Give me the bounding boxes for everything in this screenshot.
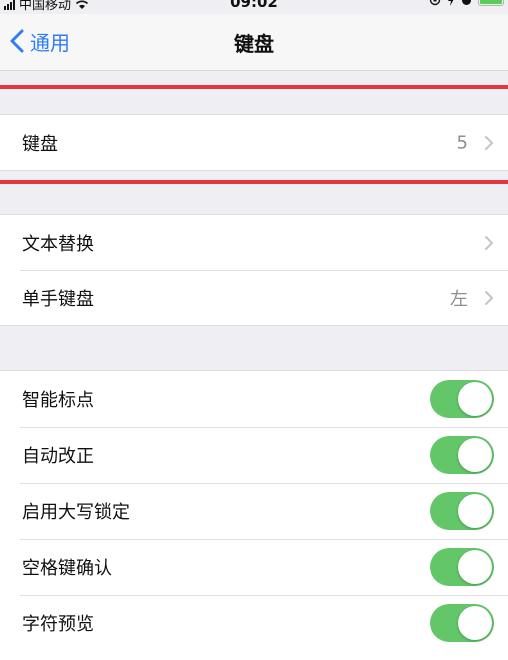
page-title: 键盘	[234, 32, 274, 56]
chevron-right-icon	[485, 290, 493, 305]
toggle-knob	[458, 606, 492, 640]
caps-lock-cell: 启用大写锁定	[0, 483, 508, 539]
space-confirm-label: 空格键确认	[22, 558, 112, 579]
text-replacement-cell[interactable]: 文本替换	[0, 215, 508, 270]
alarm-icon	[462, 0, 471, 5]
charging-icon	[448, 0, 454, 6]
text-group: 文本替换 单手键盘 左	[0, 214, 508, 326]
toggles-group: 智能标点 自动改正 启用大写锁定 空格键确认 字符预览	[0, 370, 508, 660]
caps-lock-label: 启用大写锁定	[22, 502, 130, 523]
keyboards-label: 键盘	[22, 133, 58, 155]
toggle-knob	[458, 438, 492, 472]
auto-correction-toggle[interactable]	[430, 436, 494, 474]
highlight-line-bottom	[0, 180, 508, 184]
smart-punctuation-toggle[interactable]	[430, 380, 494, 418]
keyboards-cell[interactable]: 键盘 5	[0, 115, 508, 170]
battery-icon	[478, 0, 504, 6]
character-preview-cell: 字符预览	[0, 595, 508, 651]
text-replacement-label: 文本替换	[22, 233, 94, 255]
character-preview-toggle[interactable]	[430, 604, 494, 642]
auto-correction-label: 自动改正	[22, 446, 94, 467]
navigation-bar: 通用 键盘	[0, 14, 508, 71]
orientation-lock-icon	[429, 0, 441, 6]
toggle-knob	[458, 494, 492, 528]
caps-lock-toggle[interactable]	[430, 492, 494, 530]
space-confirm-toggle[interactable]	[430, 548, 494, 586]
status-right	[429, 0, 504, 6]
chevron-right-icon	[485, 135, 493, 150]
keyboards-count: 5	[456, 132, 468, 153]
smart-punctuation-cell: 智能标点	[0, 371, 508, 427]
status-bar: 中国移动 09:02	[0, 0, 508, 14]
highlight-line-top	[0, 85, 508, 89]
toggle-knob	[458, 550, 492, 584]
space-confirm-cell: 空格键确认	[0, 539, 508, 595]
keyboards-group: 键盘 5	[0, 114, 508, 171]
one-handed-keyboard-value: 左	[450, 288, 468, 310]
one-handed-keyboard-cell[interactable]: 单手键盘 左	[0, 270, 508, 325]
chevron-right-icon	[485, 235, 493, 250]
one-handed-keyboard-label: 单手键盘	[22, 288, 94, 310]
auto-correction-cell: 自动改正	[0, 427, 508, 483]
smart-punctuation-label: 智能标点	[22, 390, 94, 411]
toggle-knob	[458, 382, 492, 416]
character-preview-label: 字符预览	[22, 614, 94, 635]
